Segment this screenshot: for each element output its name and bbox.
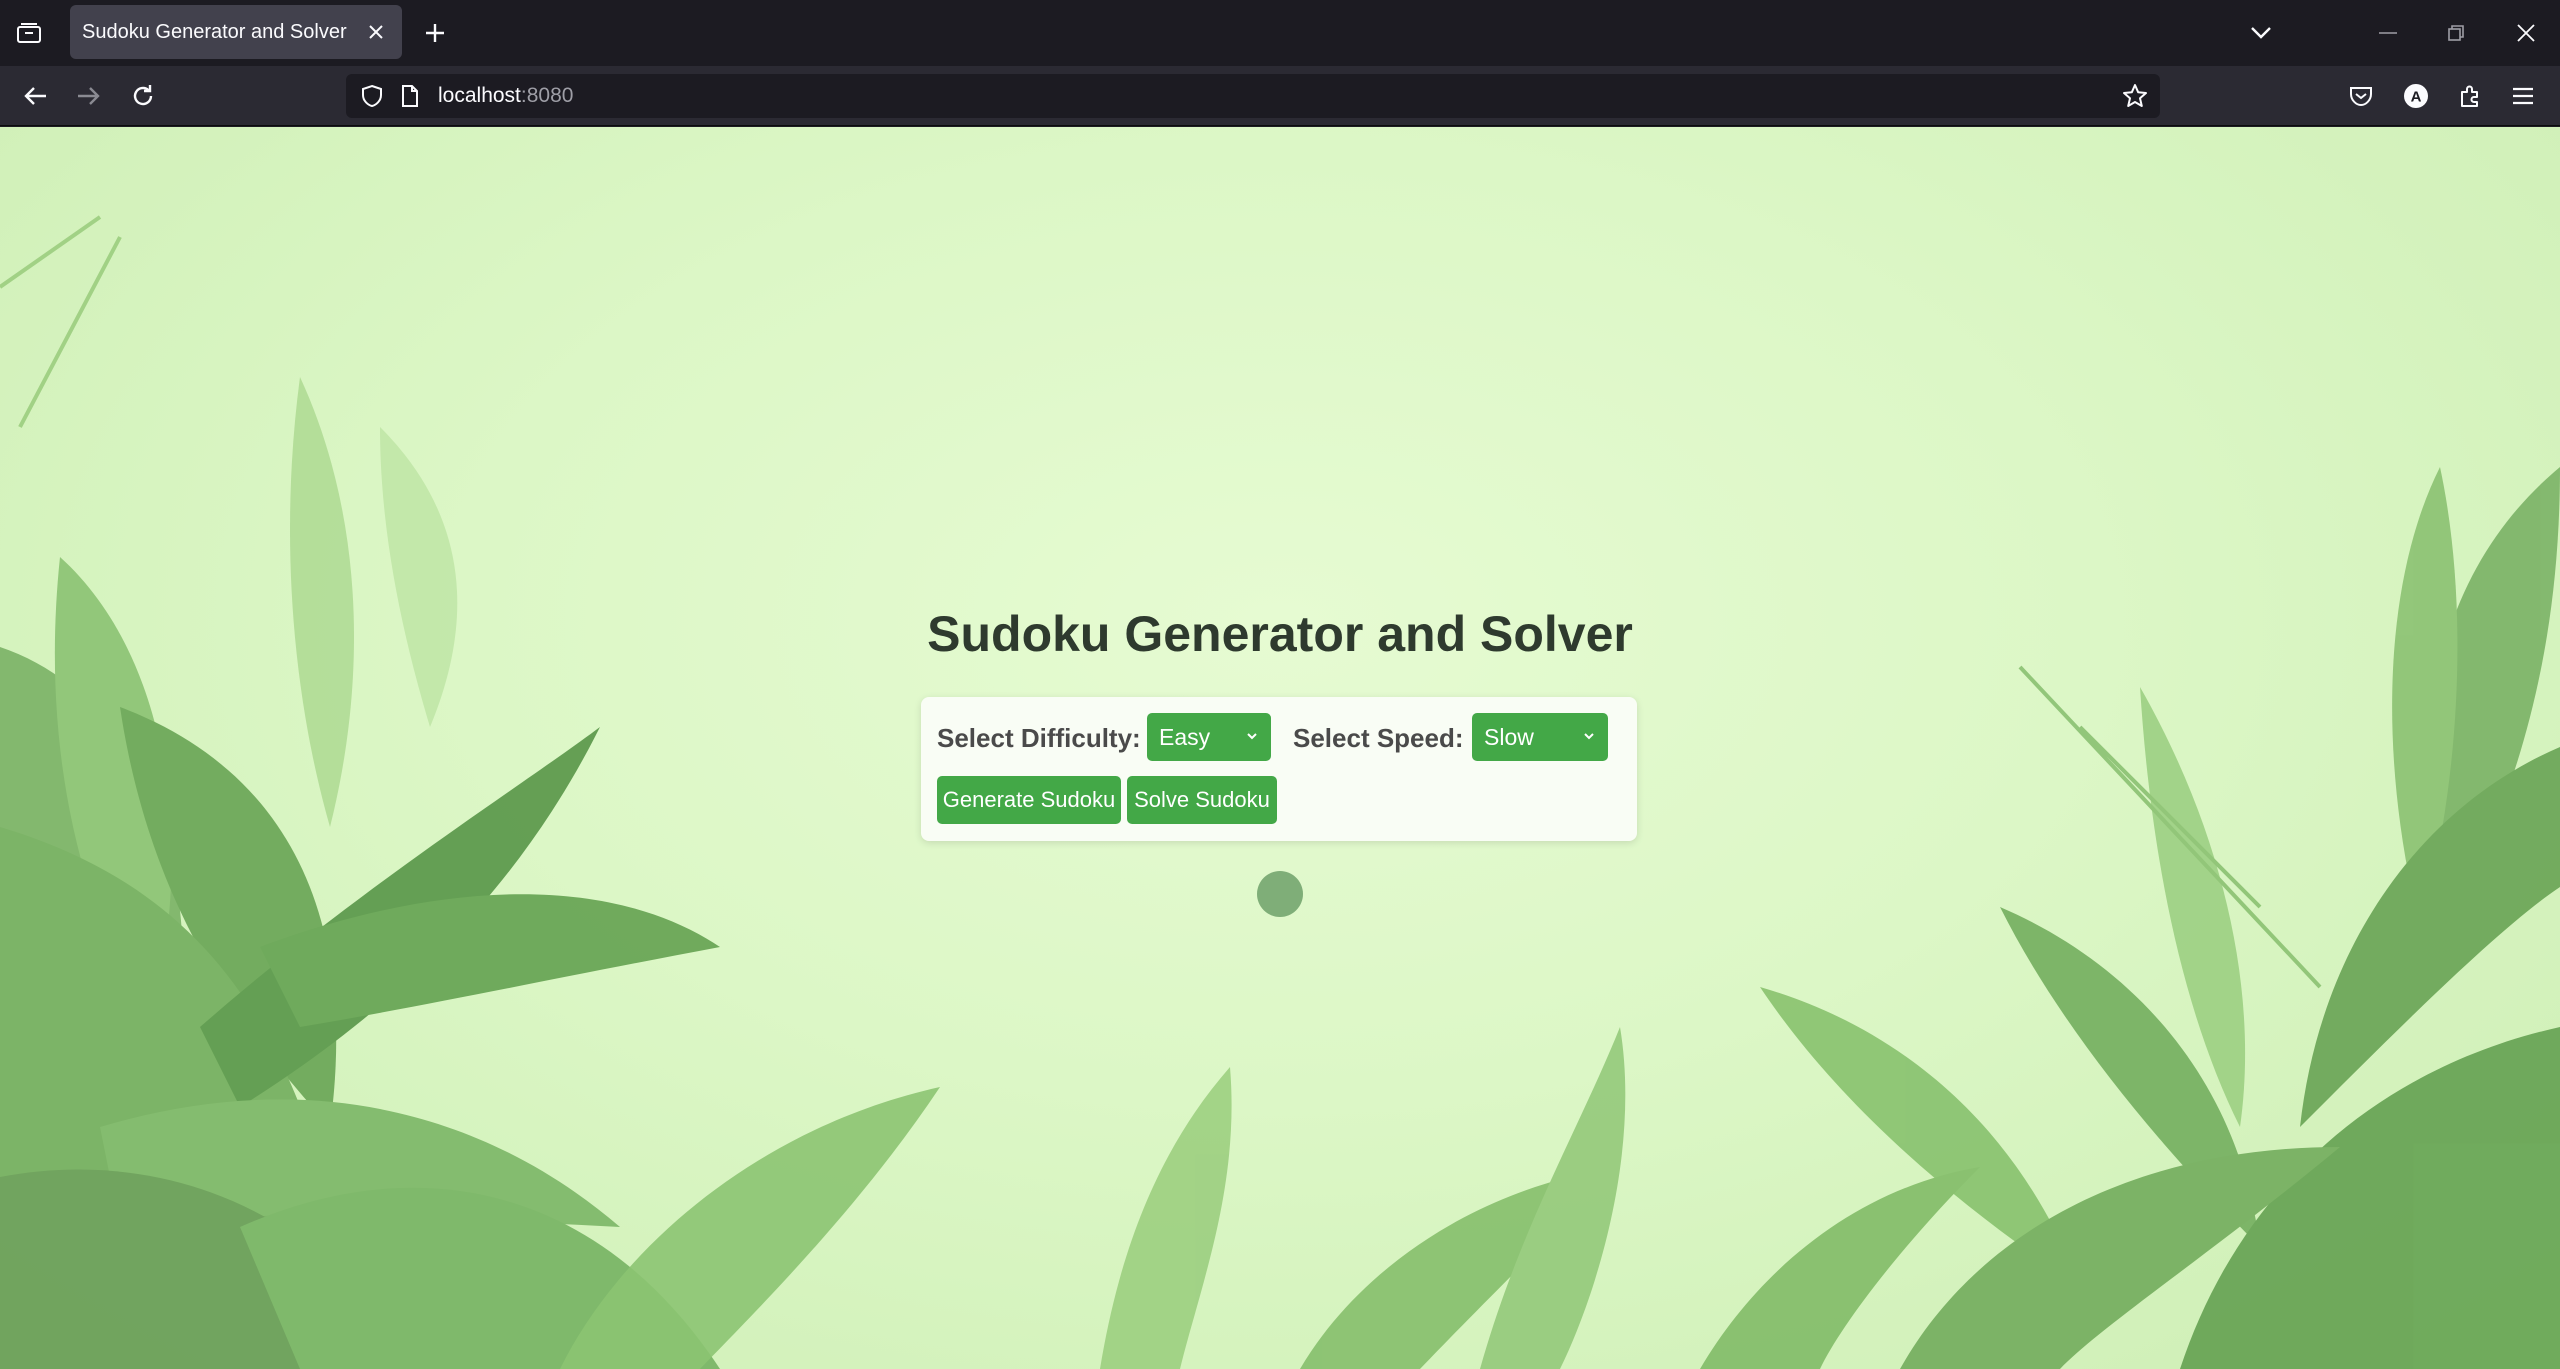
page-icon[interactable] [398,84,422,108]
difficulty-select[interactable]: Easy [1147,713,1271,761]
url-bar[interactable]: localhost:8080 [346,74,2160,118]
reload-icon[interactable] [124,77,162,115]
generate-sudoku-button[interactable]: Generate Sudoku [937,776,1121,824]
speed-select[interactable]: Slow [1472,713,1608,761]
page-title: Sudoku Generator and Solver [927,606,1633,662]
account-icon[interactable]: A [2399,79,2433,113]
url-host: localhost [438,84,521,107]
difficulty-label: Select Difficulty: [937,723,1141,753]
back-icon[interactable] [16,77,54,115]
menu-icon[interactable] [2506,79,2540,113]
solve-sudoku-button[interactable]: Solve Sudoku [1127,776,1277,824]
difficulty-value: Easy [1159,723,1211,750]
plus-icon[interactable] [418,16,452,50]
loading-spinner [1257,871,1303,917]
controls-panel: Select Difficulty: Easy Select Speed: Sl… [921,697,1637,841]
close-window-icon[interactable] [2506,14,2546,52]
url-port: :8080 [520,84,574,107]
forward-icon [70,77,108,115]
star-icon[interactable] [2122,83,2148,109]
speed-value: Slow [1484,723,1534,750]
tab-title: Sudoku Generator and Solver [82,20,347,43]
extensions-icon[interactable] [2453,79,2487,113]
close-icon[interactable] [362,18,390,46]
pocket-icon[interactable] [2344,79,2378,113]
active-tab[interactable]: Sudoku Generator and Solver [70,5,402,59]
account-initial: A [2411,89,2422,106]
restore-icon[interactable] [2436,14,2476,52]
speed-label: Select Speed: [1293,723,1464,753]
chevron-down-icon [1578,725,1600,747]
navigation-bar: localhost:8080 A [0,66,2560,126]
page-viewport: Sudoku Generator and Solver Select Diffi… [0,127,2560,1369]
url-text[interactable]: localhost:8080 [438,84,573,108]
shield-icon[interactable] [360,84,384,108]
chevron-down-icon [1241,725,1263,747]
tab-list-icon[interactable] [14,18,44,48]
minimize-icon[interactable] [2368,14,2408,52]
tab-bar: Sudoku Generator and Solver [0,0,2560,66]
chevron-down-icon[interactable] [2244,16,2278,50]
